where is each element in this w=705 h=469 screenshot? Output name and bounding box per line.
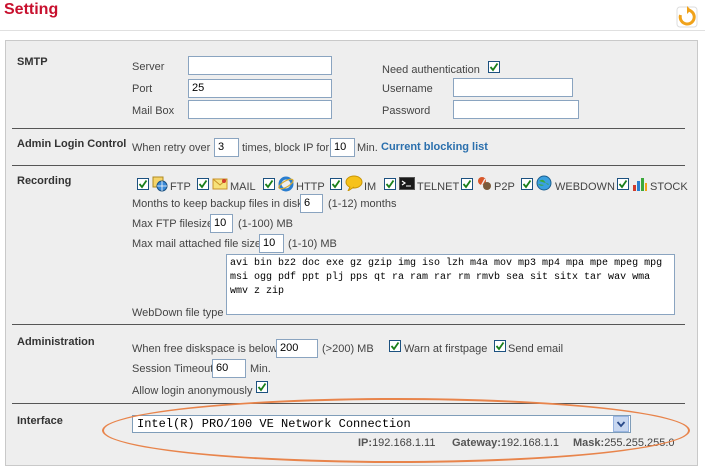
diskspace-unit-label: (>200) MB <box>322 343 374 355</box>
block-label: times, block IP for <box>242 142 330 154</box>
ftp-checkbox[interactable] <box>137 178 149 190</box>
mail-label: MAIL <box>230 181 256 193</box>
max-mail-label: Max mail attached file size <box>132 238 261 250</box>
section-divider <box>12 128 685 129</box>
telnet-terminal-icon <box>399 177 415 191</box>
mailbox-input[interactable] <box>188 100 332 119</box>
max-mail-input[interactable]: 10 <box>259 234 284 253</box>
p2p-label: P2P <box>494 181 515 193</box>
mail-envelope-icon <box>212 177 228 191</box>
block-minutes-input[interactable]: 10 <box>330 138 355 157</box>
header-divider <box>0 30 705 31</box>
current-blocking-list-link[interactable]: Current blocking list <box>381 141 488 153</box>
months-input[interactable]: 6 <box>300 194 323 213</box>
need-auth-checkbox[interactable] <box>488 61 500 73</box>
months-label: Months to keep backup files in disk <box>132 198 303 210</box>
allow-anon-label: Allow login anonymously <box>132 385 253 397</box>
max-ftp-label: Max FTP filesize <box>132 218 214 230</box>
webdown-checkbox[interactable] <box>521 178 533 190</box>
block-unit-label: Min. <box>357 142 378 154</box>
webdown-globe-icon <box>536 175 552 191</box>
webdown-label: WEBDOWN <box>555 181 615 193</box>
im-label: IM <box>364 181 377 193</box>
stock-label: STOCK <box>650 181 688 193</box>
session-timeout-label: Session Timeout <box>132 363 214 375</box>
server-label: Server <box>132 61 165 73</box>
refresh-icon[interactable] <box>676 4 698 28</box>
diskspace-input[interactable]: 200 <box>276 339 318 358</box>
recording-section-title: Recording <box>17 175 72 187</box>
need-auth-label: Need authentication <box>382 64 480 76</box>
http-ie-icon <box>278 176 294 192</box>
retry-label: When retry over <box>132 142 211 154</box>
highlight-ellipse <box>102 398 690 463</box>
retry-input[interactable]: 3 <box>214 138 239 157</box>
stock-checkbox[interactable] <box>617 178 629 190</box>
server-input[interactable] <box>188 56 332 75</box>
port-label: Port <box>132 83 153 95</box>
administration-section-title: Administration <box>17 336 95 348</box>
ftp-label: FTP <box>170 181 191 193</box>
max-ftp-range-label: (1-100) MB <box>238 218 294 230</box>
session-timeout-input[interactable]: 60 <box>212 359 246 378</box>
send-email-checkbox[interactable] <box>494 340 506 352</box>
im-checkbox[interactable] <box>330 178 342 190</box>
mailbox-label: Mail Box <box>132 105 175 117</box>
warn-firstpage-label: Warn at firstpage <box>404 343 488 355</box>
stock-chart-icon <box>632 176 647 191</box>
username-input[interactable] <box>453 78 573 97</box>
admin-login-section-title: Admin Login Control <box>17 138 127 150</box>
section-divider <box>12 165 685 166</box>
webdown-filetype-label: WebDown file type <box>132 307 224 319</box>
session-timeout-unit: Min. <box>250 363 271 375</box>
page-title: Setting <box>4 1 59 18</box>
port-input[interactable]: 25 <box>188 79 332 98</box>
diskspace-label: When free diskspace is below <box>132 343 278 355</box>
smtp-section-title: SMTP <box>17 56 48 68</box>
username-label: Username <box>382 83 433 95</box>
http-checkbox[interactable] <box>263 178 275 190</box>
telnet-label: TELNET <box>417 181 460 193</box>
send-email-label: Send email <box>508 343 564 355</box>
mail-checkbox[interactable] <box>197 178 209 190</box>
interface-section-title: Interface <box>17 415 63 427</box>
warn-firstpage-checkbox[interactable] <box>389 340 401 352</box>
allow-anon-checkbox[interactable] <box>256 381 268 393</box>
ftp-globe-icon <box>152 176 168 192</box>
section-divider <box>12 324 685 325</box>
webdown-filetypes-textarea[interactable]: avi bin bz2 doc exe gz gzip img iso lzh … <box>226 254 675 315</box>
p2p-icon <box>476 175 491 190</box>
p2p-checkbox[interactable] <box>461 178 473 190</box>
max-ftp-input[interactable]: 10 <box>210 214 233 233</box>
telnet-checkbox[interactable] <box>384 178 396 190</box>
http-label: HTTP <box>296 181 325 193</box>
password-label: Password <box>382 105 431 117</box>
months-range-label: (1-12) months <box>328 198 397 210</box>
password-input[interactable] <box>453 100 579 119</box>
max-mail-range-label: (1-10) MB <box>288 238 337 250</box>
im-bubble-icon <box>345 175 363 193</box>
